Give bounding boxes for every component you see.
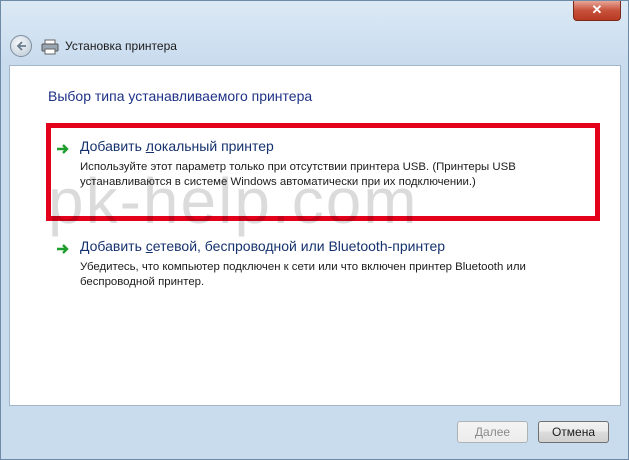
watermark: pk-help.com (48, 165, 419, 237)
page-heading: Выбор типа устанавливаемого принтера (48, 88, 313, 104)
back-arrow-icon (16, 41, 26, 51)
window-title: Установка принтера (65, 39, 177, 53)
wizard-content: Выбор типа устанавливаемого принтера Доб… (9, 65, 621, 406)
close-icon: ✕ (591, 2, 603, 17)
cancel-button[interactable]: Отмена (538, 421, 609, 443)
close-button[interactable]: ✕ (573, 1, 621, 21)
printer-setup-window: ✕ Установка принтера Выбор типа устанавл… (0, 0, 629, 460)
add-network-printer-title[interactable]: Добавить сетевой, беспроводной или Bluet… (80, 238, 445, 254)
add-network-printer-description: Убедитесь, что компьютер подключен к сет… (80, 261, 526, 288)
printer-icon (41, 39, 59, 55)
green-arrow-icon (57, 244, 69, 254)
next-button[interactable]: Далее (457, 421, 528, 443)
navigation-bar: Установка принтера (1, 25, 628, 65)
back-button[interactable] (10, 35, 32, 57)
